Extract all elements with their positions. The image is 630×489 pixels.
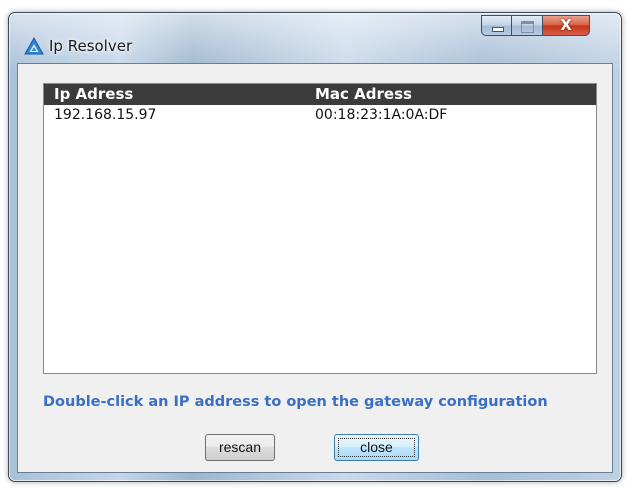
triangle-logo-icon bbox=[24, 37, 44, 55]
close-button[interactable]: close bbox=[334, 434, 419, 461]
app-window: Ip Resolver X Ip Adress Mac Adress 192.1… bbox=[8, 12, 622, 482]
maximize-button[interactable] bbox=[512, 15, 543, 36]
instruction-text: Double-click an IP address to open the g… bbox=[43, 394, 548, 410]
title-bar[interactable]: Ip Resolver X bbox=[9, 13, 621, 63]
column-header-mac[interactable]: Mac Adress bbox=[315, 85, 412, 104]
mac-address-cell[interactable]: 00:18:23:1A:0A:DF bbox=[315, 106, 447, 124]
ip-address-cell[interactable]: 192.168.15.97 bbox=[54, 106, 156, 124]
client-area: Ip Adress Mac Adress 192.168.15.97 00:18… bbox=[17, 63, 613, 473]
caption-buttons: X bbox=[481, 15, 611, 37]
close-button-label: close bbox=[360, 439, 393, 455]
device-table[interactable]: Ip Adress Mac Adress 192.168.15.97 00:18… bbox=[43, 83, 597, 374]
maximize-icon bbox=[521, 21, 534, 33]
table-row[interactable]: 192.168.15.97 00:18:23:1A:0A:DF bbox=[44, 106, 596, 124]
table-header: Ip Adress Mac Adress bbox=[44, 84, 596, 105]
minimize-icon bbox=[492, 27, 504, 32]
close-icon: X bbox=[560, 16, 572, 34]
window-title: Ip Resolver bbox=[49, 37, 133, 55]
column-header-ip[interactable]: Ip Adress bbox=[54, 85, 133, 104]
rescan-button[interactable]: rescan bbox=[205, 434, 275, 461]
close-window-button[interactable]: X bbox=[543, 15, 590, 36]
minimize-button[interactable] bbox=[481, 15, 512, 36]
